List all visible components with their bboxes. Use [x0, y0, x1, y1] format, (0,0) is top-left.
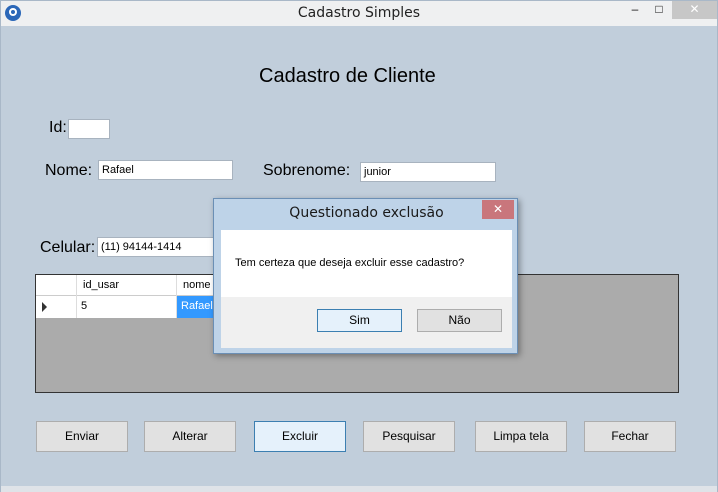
window-bottom-border: [1, 486, 717, 492]
nao-button[interactable]: Não: [417, 309, 502, 332]
confirm-delete-dialog: Questionado exclusão ✕ Tem certeza que d…: [213, 198, 518, 354]
alterar-button[interactable]: Alterar: [144, 421, 236, 452]
sim-button[interactable]: Sim: [317, 309, 402, 332]
dialog-message: Tem certeza que deseja excluir esse cada…: [235, 257, 465, 269]
window-title: Cadastro Simples: [297, 5, 421, 21]
grid-corner: [36, 275, 77, 296]
limpa-tela-button[interactable]: Limpa tela: [475, 421, 567, 452]
celular-field[interactable]: (11) 94144-1414: [97, 237, 217, 257]
dialog-close-button[interactable]: ✕: [482, 200, 514, 219]
excluir-button[interactable]: Excluir: [254, 421, 346, 452]
fechar-button[interactable]: Fechar: [584, 421, 676, 452]
pesquisar-button[interactable]: Pesquisar: [363, 421, 455, 452]
sobrenome-field[interactable]: junior: [360, 162, 496, 182]
column-header-id[interactable]: id_usar: [77, 275, 177, 296]
enviar-button[interactable]: Enviar: [36, 421, 128, 452]
dialog-title: Questionado exclusão: [289, 205, 444, 221]
form-heading: Cadastro de Cliente: [259, 65, 436, 87]
id-label: Id:: [49, 119, 67, 136]
dialog-footer: Sim Não: [221, 297, 512, 348]
table-row[interactable]: 5 Rafael: [36, 296, 236, 318]
nome-label: Nome:: [45, 162, 93, 179]
row-selector[interactable]: [36, 296, 77, 318]
row-pointer-icon: [42, 302, 47, 312]
nome-field[interactable]: Rafael: [98, 160, 233, 180]
cell-id[interactable]: 5: [77, 296, 177, 318]
grid-header: id_usar nome: [36, 275, 236, 296]
celular-label: Celular:: [40, 239, 96, 256]
maximize-button[interactable]: □: [645, 1, 673, 19]
sobrenome-label: Sobrenome:: [263, 162, 351, 179]
dialog-body: Tem certeza que deseja excluir esse cada…: [221, 230, 512, 297]
id-field[interactable]: [68, 119, 110, 139]
close-button[interactable]: ✕: [672, 1, 717, 19]
title-bar: Cadastro Simples – □ ✕: [1, 1, 717, 26]
